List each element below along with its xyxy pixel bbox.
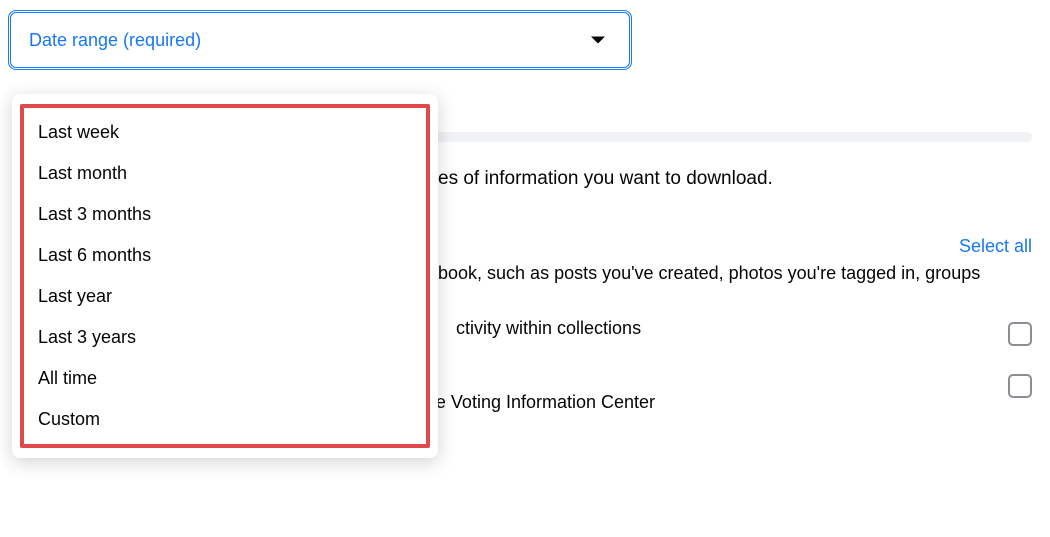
section-collections-title: ctivity within collections [456,318,990,339]
checkbox-voting[interactable] [1008,374,1032,398]
checkbox-collections[interactable] [1008,322,1032,346]
menu-highlight-box: Last week Last month Last 3 months Last … [20,104,430,448]
chevron-down-icon [591,37,605,44]
option-all-time[interactable]: All time [24,358,426,399]
date-range-menu: Last week Last month Last 3 months Last … [12,94,438,458]
option-last-3-months[interactable]: Last 3 months [24,194,426,235]
option-last-3-years[interactable]: Last 3 years [24,317,426,358]
option-last-6-months[interactable]: Last 6 months [24,235,426,276]
select-all-link[interactable]: Select all [959,236,1032,257]
date-range-label: Date range (required) [29,30,201,51]
option-custom[interactable]: Custom [24,399,426,440]
option-last-week[interactable]: Last week [24,112,426,153]
option-last-month[interactable]: Last month [24,153,426,194]
date-range-dropdown[interactable]: Date range (required) [10,12,630,68]
option-last-year[interactable]: Last year [24,276,426,317]
